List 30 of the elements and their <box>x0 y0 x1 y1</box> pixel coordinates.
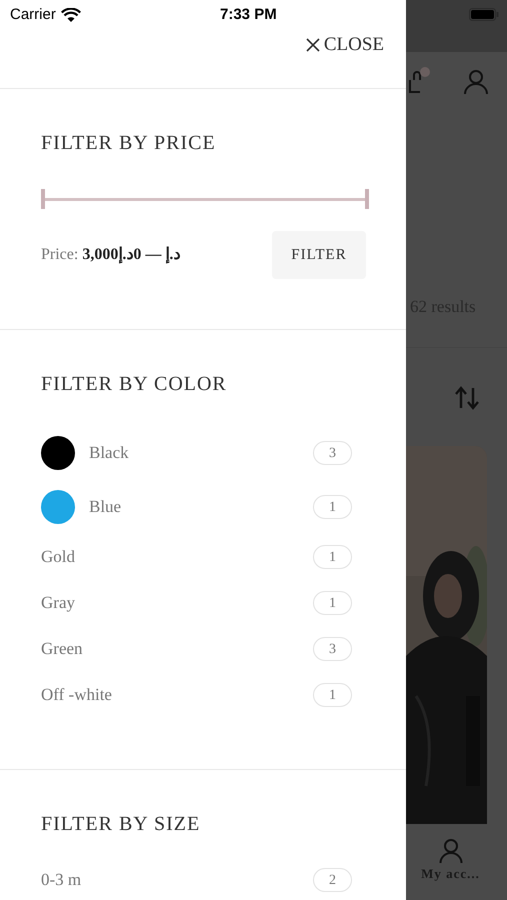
filter-button[interactable]: FILTER <box>272 231 366 279</box>
count-badge: 1 <box>313 683 352 707</box>
section-heading: FILTER BY COLOR <box>41 372 228 396</box>
count-badge: 2 <box>313 868 352 892</box>
count-badge: 1 <box>313 495 352 519</box>
filter-option[interactable]: Black 3 <box>41 426 352 480</box>
count-badge: 1 <box>313 545 352 569</box>
filter-option[interactable]: Gold 1 <box>41 534 352 580</box>
close-icon <box>306 38 320 52</box>
close-button[interactable]: CLOSE <box>306 31 384 60</box>
filter-option[interactable]: Green 3 <box>41 626 352 672</box>
section-heading: FILTER BY SIZE <box>41 812 202 836</box>
filter-option[interactable]: Blue 1 <box>41 480 352 534</box>
carrier-label: Carrier <box>10 4 56 25</box>
filter-option[interactable]: 0-3 m 2 <box>41 860 352 900</box>
section-heading: FILTER BY PRICE <box>41 131 217 155</box>
status-time: 7:33 PM <box>220 5 277 25</box>
count-badge: 3 <box>313 441 352 465</box>
count-badge: 3 <box>313 637 352 661</box>
range-slider[interactable] <box>41 189 369 209</box>
filter-option[interactable]: Off -white 1 <box>41 672 352 718</box>
battery-icon <box>469 8 499 21</box>
slider-handle[interactable] <box>41 189 45 209</box>
count-badge: 1 <box>313 591 352 615</box>
user-icon[interactable] <box>438 838 462 864</box>
wifi-icon <box>60 8 81 22</box>
slider-handle[interactable] <box>365 189 369 209</box>
sort-icon[interactable] <box>453 386 481 410</box>
filter-option[interactable]: Gray 1 <box>41 580 352 626</box>
user-icon[interactable] <box>463 69 489 95</box>
